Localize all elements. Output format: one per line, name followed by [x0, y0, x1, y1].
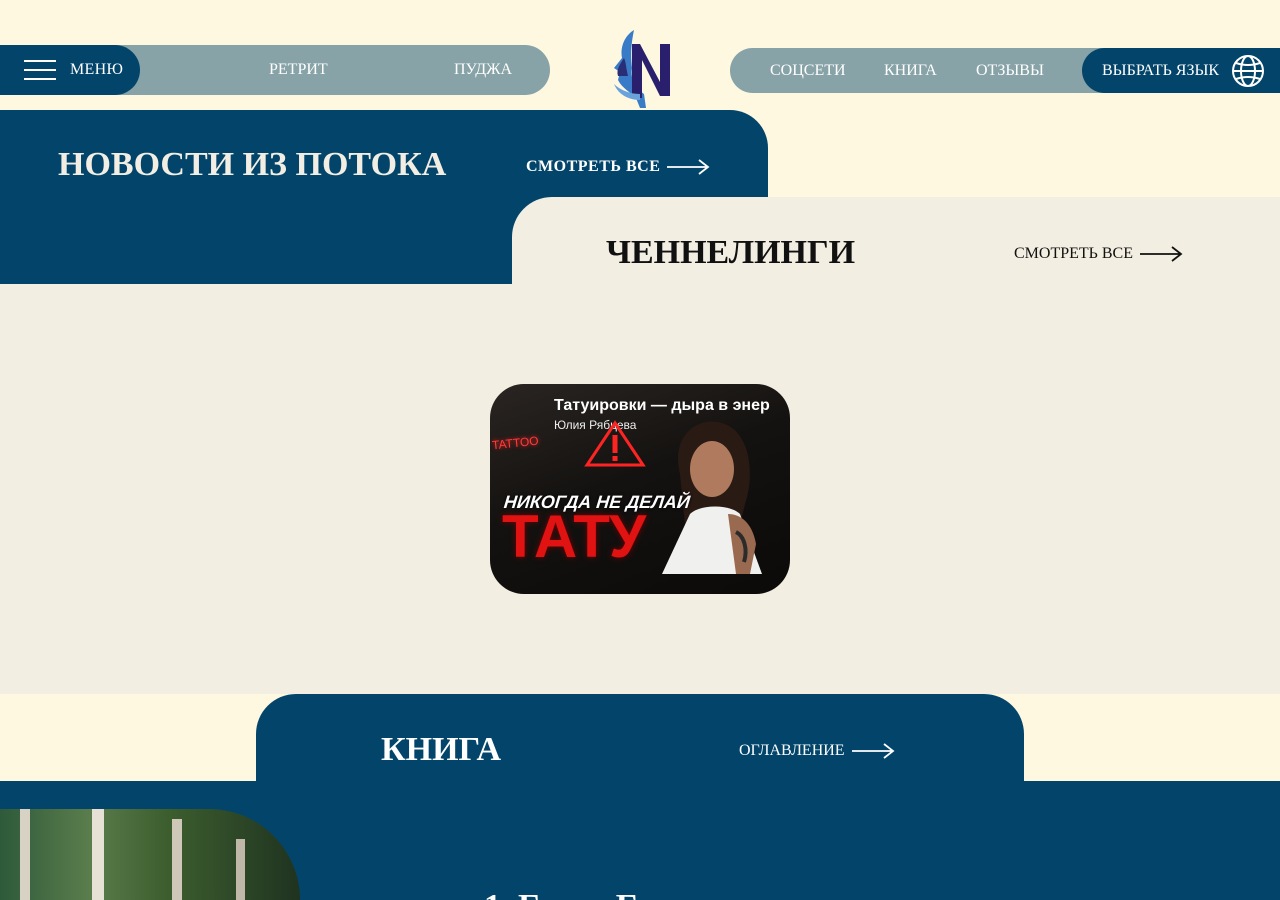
video-title: Татуировки — дыра в энер	[554, 397, 770, 414]
thumbnail-headline-big: ТАТУ	[502, 503, 646, 570]
arrow-right-icon	[667, 159, 710, 175]
arrow-right-icon	[1139, 246, 1183, 262]
news-title: НОВОСТИ ИЗ ПОТОКА	[58, 146, 447, 183]
channelings-see-all-link[interactable]: СМОТРЕТЬ ВСЕ	[1014, 245, 1183, 263]
book-title: КНИГА	[381, 731, 502, 768]
menu-button[interactable]: МЕНЮ	[0, 45, 140, 95]
neon-sign-text: TATTOO	[491, 433, 540, 453]
news-see-all-link[interactable]: СМОТРЕТЬ ВСЕ	[526, 158, 710, 176]
nav-link-retreat[interactable]: РЕТРИТ	[269, 45, 328, 95]
chapter-title: 1. Глава Г	[484, 888, 637, 900]
language-select-button[interactable]: ВЫБРАТЬ ЯЗЫК	[1082, 48, 1280, 93]
book-toc-label: ОГЛАВЛЕНИЕ	[739, 742, 845, 759]
palm-trees-photo	[0, 809, 300, 900]
warning-icon	[584, 420, 646, 467]
arrow-right-icon	[851, 743, 895, 759]
nav-link-book[interactable]: КНИГА	[884, 48, 937, 93]
news-see-all-label: СМОТРЕТЬ ВСЕ	[526, 158, 661, 175]
video-thumbnail-card[interactable]: Татуировки — дыра в энер Юлия Рябцева TA…	[490, 384, 790, 594]
logo-icon[interactable]	[606, 28, 674, 110]
menu-label: МЕНЮ	[70, 61, 124, 78]
channelings-see-all-label: СМОТРЕТЬ ВСЕ	[1014, 245, 1133, 262]
nav-link-puja[interactable]: ПУДЖА	[454, 45, 512, 95]
book-section-tab	[256, 694, 1024, 794]
nav-link-socials[interactable]: СОЦСЕТИ	[770, 48, 846, 93]
nav-link-reviews[interactable]: ОТЗЫВЫ	[976, 48, 1044, 93]
book-toc-link[interactable]: ОГЛАВЛЕНИЕ	[739, 742, 895, 760]
globe-icon	[1232, 54, 1265, 87]
language-label: ВЫБРАТЬ ЯЗЫК	[1102, 61, 1220, 79]
hamburger-icon	[24, 60, 56, 80]
channelings-title: ЧЕННЕЛИНГИ	[606, 234, 856, 271]
